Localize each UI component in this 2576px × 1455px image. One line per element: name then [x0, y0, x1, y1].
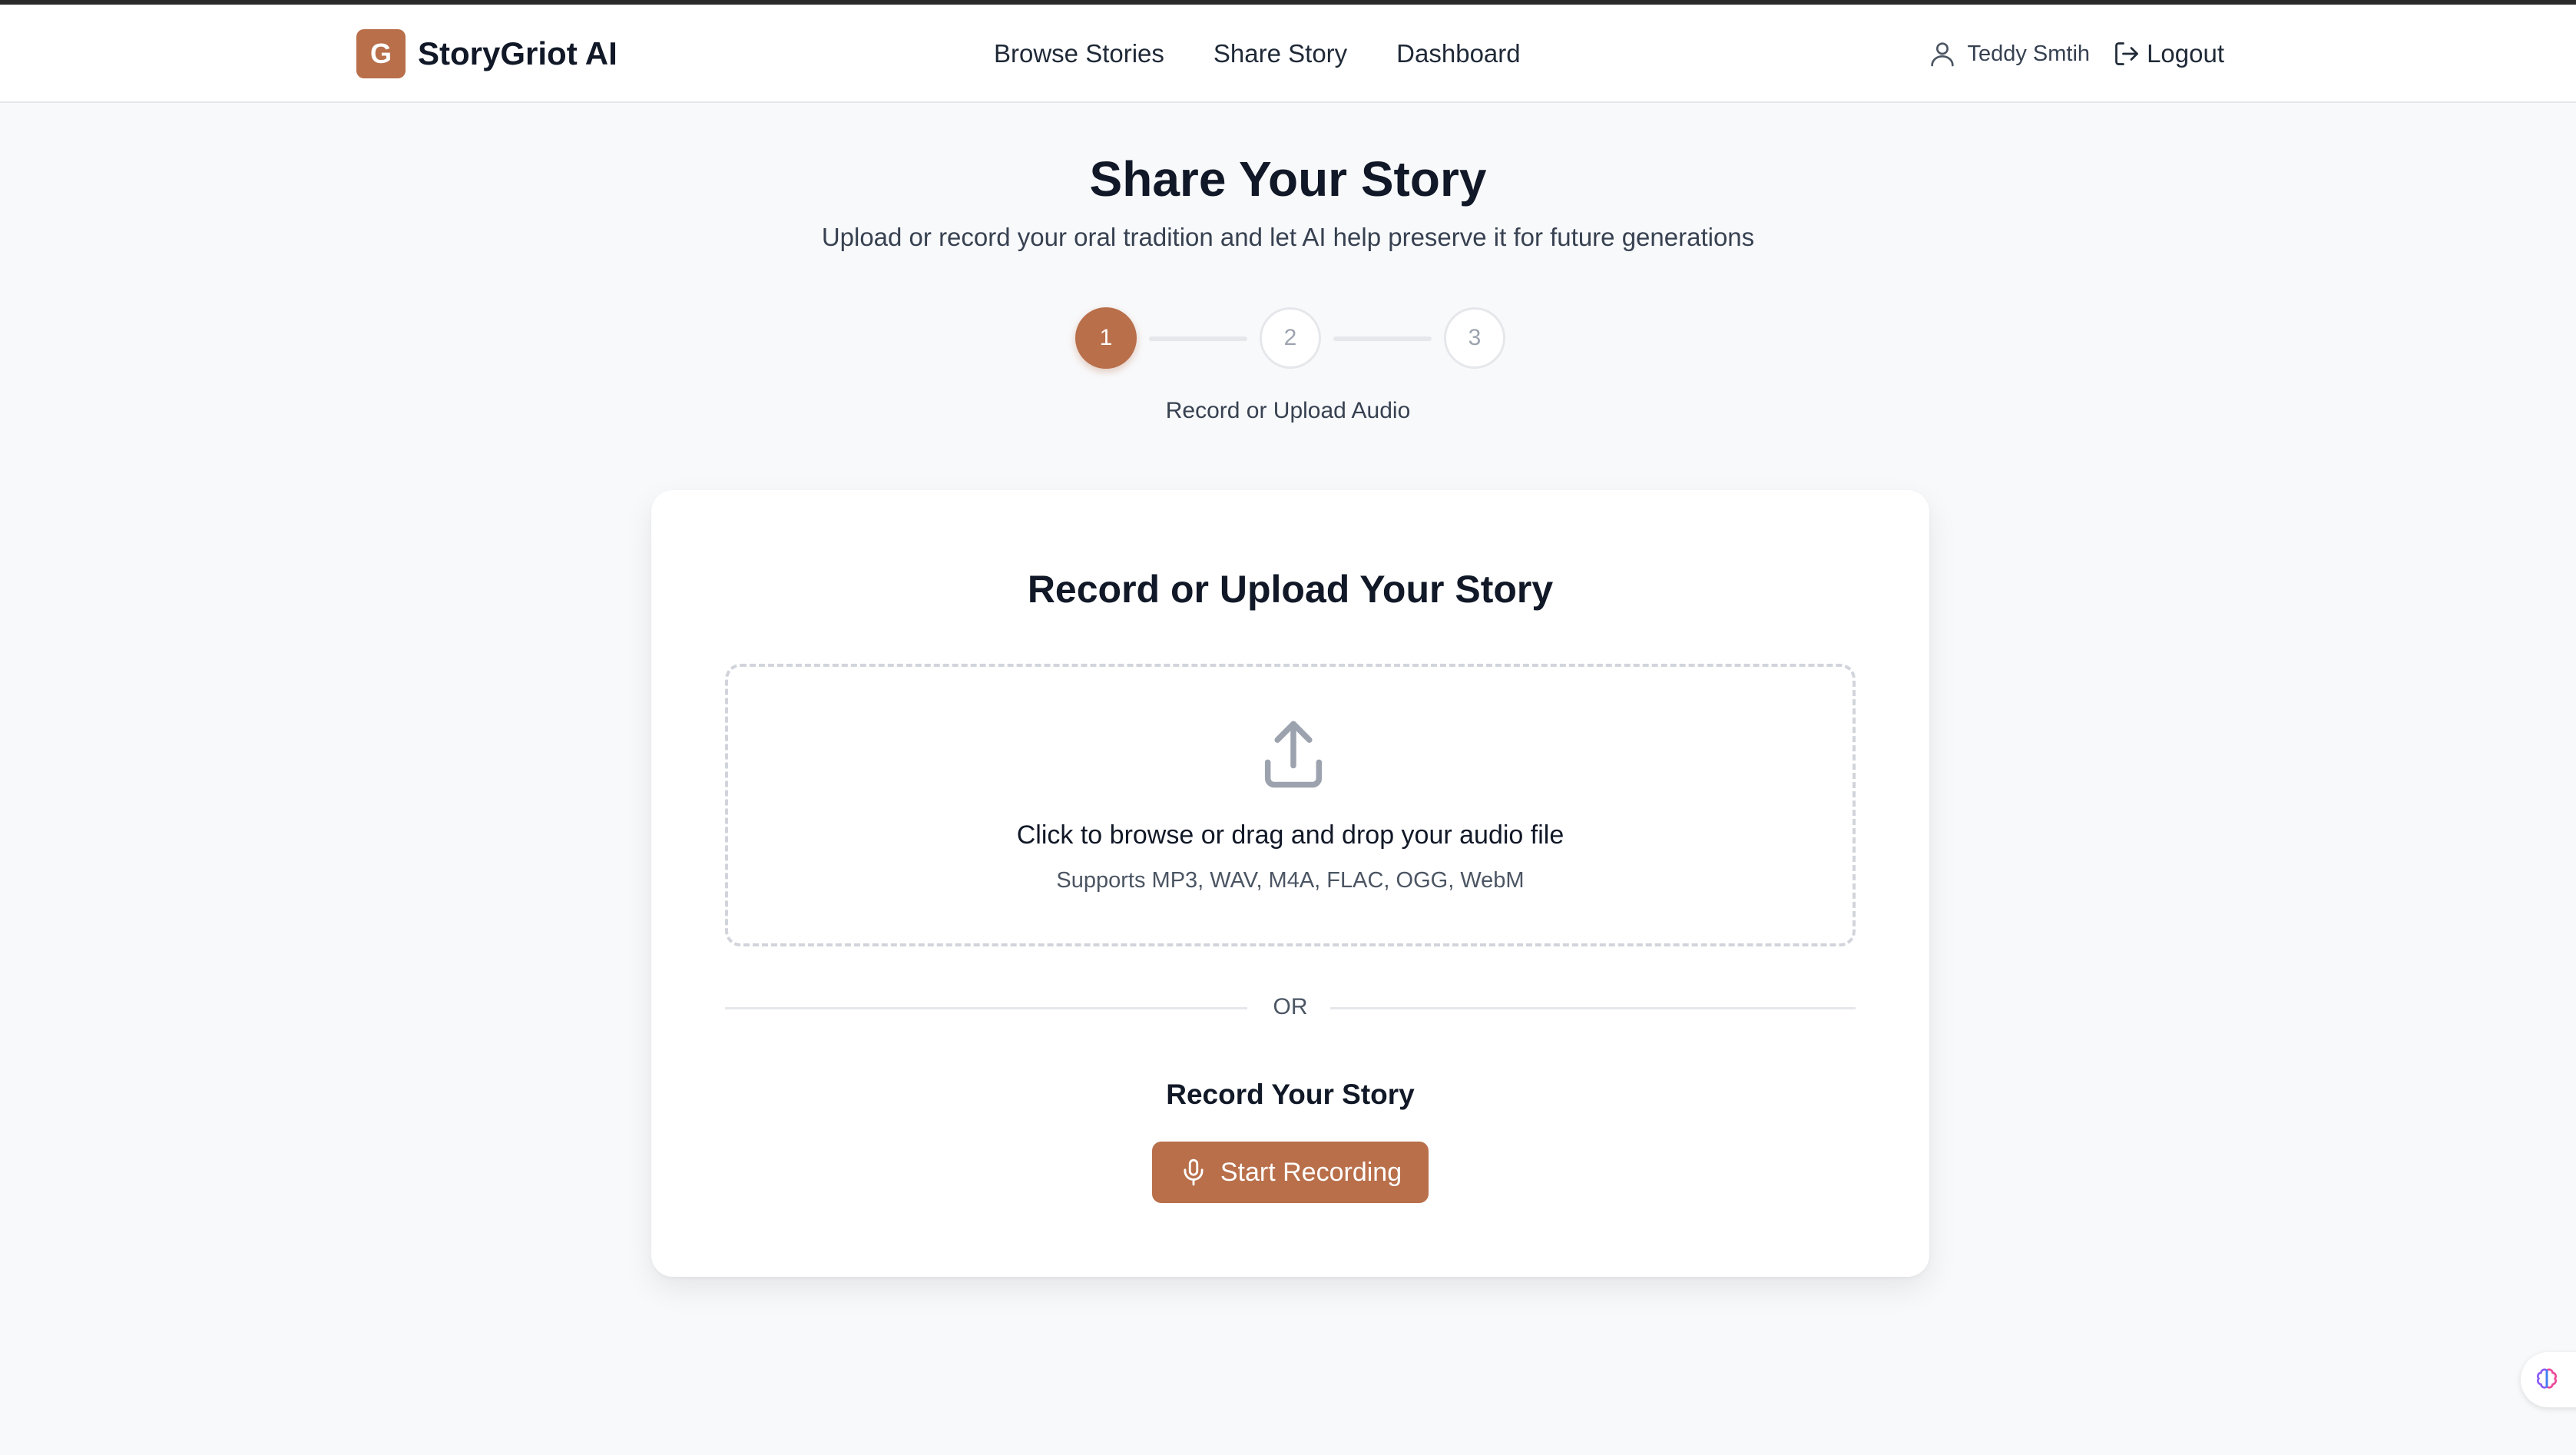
user-area: Teddy Smtih Logout: [1927, 38, 2224, 69]
card-title: Record or Upload Your Story: [1027, 568, 1554, 611]
step-connector: [1149, 336, 1247, 341]
upload-card: Record or Upload Your Story Click to bro…: [651, 490, 1929, 1277]
logout-icon: [2115, 42, 2138, 65]
brand-logo[interactable]: G StoryGriot AI: [356, 29, 618, 78]
main-nav: Browse Stories Share Story Dashboard: [994, 38, 1570, 69]
record-section-title: Record Your Story: [1166, 1079, 1415, 1110]
divider-right: [1330, 1007, 1856, 1009]
nav-dashboard[interactable]: Dashboard: [1396, 38, 1520, 69]
page-title: Share Your Story: [1089, 151, 1487, 207]
dropzone-instructions: Click to browse or drag and drop your au…: [1016, 820, 1564, 850]
step-connector: [1333, 336, 1432, 341]
step-3: 3: [1444, 307, 1505, 369]
brain-icon: [2537, 1368, 2557, 1389]
top-navbar: G StoryGriot AI Browse Stories Share Sto…: [0, 5, 2576, 103]
supported-formats: Supports MP3, WAV, M4A, FLAC, OGG, WebM: [1056, 868, 1525, 893]
current-step-label: Record or Upload Audio: [1165, 398, 1411, 423]
logout-label: Logout: [2147, 39, 2224, 68]
step-2: 2: [1260, 307, 1321, 369]
page-subtitle: Upload or record your oral tradition and…: [821, 223, 1755, 251]
start-recording-label: Start Recording: [1220, 1157, 1402, 1187]
audio-dropzone[interactable]: Click to browse or drag and drop your au…: [725, 664, 1856, 946]
nav-share-story[interactable]: Share Story: [1214, 38, 1347, 69]
logout-button[interactable]: Logout: [2113, 39, 2224, 68]
user-name[interactable]: Teddy Smtih: [1967, 41, 2090, 67]
app-name: StoryGriot AI: [418, 35, 618, 71]
upload-icon: [1264, 721, 1323, 788]
ai-assistant-widget[interactable]: [2521, 1352, 2576, 1407]
start-recording-button[interactable]: Start Recording: [1152, 1142, 1429, 1203]
microphone-icon: [1184, 1158, 1204, 1186]
step-1: 1: [1075, 307, 1137, 369]
nav-browse-stories[interactable]: Browse Stories: [994, 38, 1164, 69]
user-icon: [1931, 42, 1955, 67]
logo-badge: G: [356, 29, 406, 78]
progress-stepper: 1 2 3: [1075, 307, 1505, 369]
